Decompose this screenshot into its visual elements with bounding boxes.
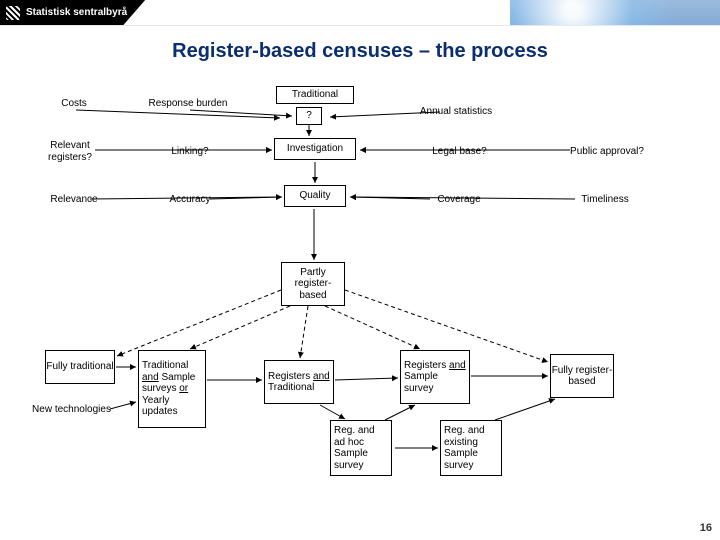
label-new-tech: New technologies: [14, 404, 129, 416]
brand-logo: Statistisk sentralbyrå: [0, 0, 145, 25]
header-bar: Statistisk sentralbyrå: [0, 0, 720, 26]
box-reg-adhoc: Reg. and ad hoc Sample survey: [330, 420, 392, 476]
page-title: Register-based censuses – the process: [0, 40, 720, 63]
label-relevance: Relevance: [34, 194, 114, 206]
box-reg-and-sample-text: Registers and Sample survey: [404, 360, 466, 395]
label-linking: Linking?: [155, 146, 225, 158]
box-reg-and-trad: Registers and Traditional: [264, 360, 334, 404]
box-reg-and-trad-text: Registers and Traditional: [268, 371, 330, 394]
box-fully-reg: Fully register-based: [550, 354, 614, 398]
box-partly: Partly register-based: [281, 262, 345, 306]
label-costs: Costs: [39, 98, 109, 110]
box-reg-existing: Reg. and existing Sample survey: [440, 420, 502, 476]
box-trad-sample-text: Traditional and Sample surveys or Yearly…: [142, 360, 202, 418]
label-legal-base: Legal base?: [412, 146, 507, 158]
box-quality: Quality: [284, 185, 346, 207]
label-public-approval: Public approval?: [552, 146, 662, 158]
label-relevant-registers: Relevant registers?: [30, 140, 110, 163]
label-annual-stats: Annual statistics: [396, 106, 516, 118]
label-timeliness: Timeliness: [555, 194, 655, 206]
box-question: ?: [296, 107, 322, 125]
brand-text: Statistisk sentralbyrå: [26, 7, 127, 18]
label-response-burden: Response burden: [134, 98, 242, 110]
header-art: [510, 0, 720, 25]
box-investigation: Investigation: [274, 138, 356, 160]
label-accuracy: Accuracy: [155, 194, 225, 206]
box-fully-traditional: Fully traditional: [45, 350, 115, 384]
box-reg-and-sample: Registers and Sample survey: [400, 350, 470, 404]
page-number: 16: [700, 522, 712, 534]
label-coverage: Coverage: [414, 194, 504, 206]
logo-icon: [6, 6, 20, 20]
box-trad-sample: Traditional and Sample surveys or Yearly…: [138, 350, 206, 428]
box-traditional: Traditional: [276, 86, 354, 104]
